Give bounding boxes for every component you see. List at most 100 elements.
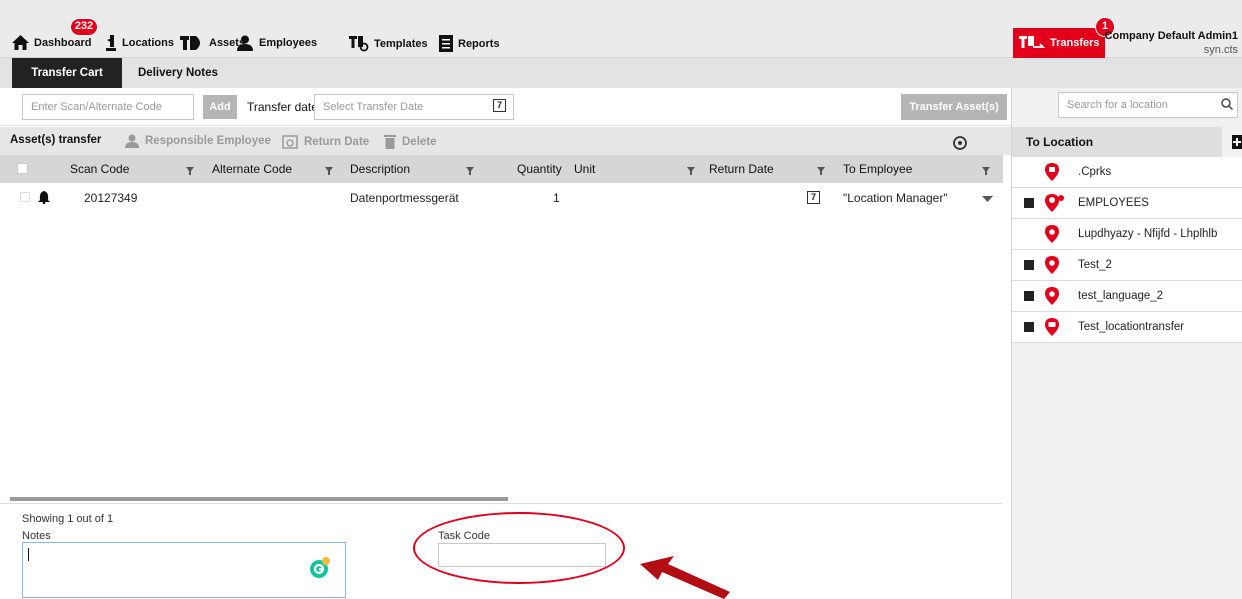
refresh-icon[interactable] [952,135,968,151]
footer-divider [0,503,1003,504]
location-pin-icon [1045,287,1059,305]
location-pin-icon [1045,163,1059,181]
employees-pin-icon [1045,194,1064,212]
tab-transfer-cart[interactable]: Transfer Cart [12,58,122,88]
add-button[interactable]: Add [203,95,237,119]
col-scan-code[interactable]: Scan Code [70,162,129,176]
grammarly-icon[interactable] [309,557,331,579]
transfers-icon [1019,36,1045,48]
responsible-employee-label: Responsible Employee [145,135,271,147]
delete-button[interactable]: Delete [384,134,437,149]
bell-icon [38,191,50,204]
location-item[interactable]: Test_2 [1012,250,1242,281]
cell-scan-code: 20127349 [84,191,138,205]
location-label: Test_2 [1078,259,1112,271]
return-date-calendar-icon[interactable]: 7 [807,191,820,204]
select-all-checkbox[interactable] [17,163,28,174]
location-label: EMPLOYEES [1078,197,1149,209]
trash-icon [384,135,396,149]
location-item[interactable]: .Cprks [1012,157,1242,188]
calendar-clock-icon [282,135,298,149]
return-date-button[interactable]: Return Date [282,134,369,149]
cell-description: Datenportmessgerät [350,191,459,205]
responsible-employee-button[interactable]: Responsible Employee [125,134,271,148]
add-location-icon[interactable] [1232,135,1242,149]
row-checkbox[interactable] [20,192,30,202]
templates-icon [349,36,369,52]
transfer-assets-button[interactable]: Transfer Asset(s) [901,94,1007,120]
col-unit[interactable]: Unit [574,162,595,176]
nav-templates-label: Templates [374,37,428,50]
transfers-button[interactable]: Transfers [1013,28,1105,58]
cell-to-employee[interactable]: "Location Manager" [843,191,948,205]
location-item[interactable]: test_language_2 [1012,281,1242,312]
tab-bar: Transfer Cart Delivery Notes [0,58,1242,88]
location-label: test_language_2 [1078,290,1164,302]
tab-delivery-notes[interactable]: Delivery Notes [124,58,232,88]
record-count: Showing 1 out of 1 [22,513,114,525]
transfer-date-label: Transfer date [247,100,318,114]
employees-icon [237,35,253,51]
location-label: Test_locationtransfer [1078,321,1185,333]
col-description[interactable]: Description [350,162,410,176]
notes-label: Notes [22,530,51,542]
filter-icon[interactable] [466,167,474,175]
nav-employees-label: Employees [259,37,318,49]
nav-reports-label: Reports [458,37,500,50]
col-alternate-code[interactable]: Alternate Code [212,162,292,176]
notes-textarea[interactable] [22,542,346,598]
expand-icon[interactable] [1024,198,1034,208]
transfers-label: Transfers [1050,37,1100,49]
location-item[interactable]: Lupdhyazy - Nfijfd - Lhplhlb [1012,219,1242,250]
nav-dashboard-label: Dashboard [34,36,92,49]
search-icon[interactable] [1221,98,1233,110]
filter-icon[interactable] [325,167,333,175]
annotation-arrow-icon [640,556,730,599]
filter-icon[interactable] [982,167,990,175]
nav-employees[interactable]: Employees [236,35,317,51]
location-label: .Cprks [1078,166,1112,178]
delete-label: Delete [402,135,437,148]
assets-icon [180,36,200,50]
transfer-date-input[interactable]: Select Transfer Date [314,94,514,120]
location-search-input[interactable]: Search for a location [1058,92,1238,118]
highlight-circle [413,512,625,584]
location-label: Lupdhyazy - Nfijfd - Lhplhlb [1078,228,1218,240]
col-to-employee[interactable]: To Employee [843,162,912,176]
nav-templates[interactable]: Templates [349,35,428,52]
nav-dashboard[interactable]: Dashboard [12,35,91,50]
scan-code-input[interactable]: Enter Scan/Alternate Code [22,94,194,120]
expand-icon[interactable] [1024,260,1034,270]
horizontal-scrollbar[interactable] [10,497,508,501]
employee-icon [125,134,139,148]
nav-reports[interactable]: Reports [439,35,500,52]
location-pin-icon [1045,318,1059,336]
cell-quantity: 1 [553,191,560,205]
assets-transfer-label: Asset(s) transfer [10,134,101,146]
locations-icon [106,35,116,51]
chevron-down-icon[interactable] [982,196,993,202]
filter-icon[interactable] [687,167,695,175]
to-location-header: To Location [1012,127,1222,157]
filter-icon[interactable] [186,167,194,175]
filter-icon[interactable] [817,167,825,175]
expand-icon[interactable] [1024,291,1034,301]
return-date-label: Return Date [304,135,370,148]
location-item[interactable]: Test_locationtransfer [1012,312,1242,343]
assets-transfer-text: Asset(s) transfer [10,134,102,146]
calendar-icon[interactable]: 7 [493,99,506,112]
home-icon [12,35,29,50]
dashboard-badge: 232 [70,18,98,36]
expand-icon[interactable] [1024,322,1034,332]
nav-locations-label: Locations [122,37,174,49]
reports-icon [439,35,453,52]
location-pin-icon [1045,256,1059,274]
user-name[interactable]: Company Default Admin1 [1105,30,1238,42]
nav-locations[interactable]: Locations [105,35,174,51]
col-return-date[interactable]: Return Date [709,162,774,176]
user-subtitle: syn.cts [1203,44,1238,56]
col-quantity[interactable]: Quantity [517,162,562,176]
location-pin-icon [1045,225,1059,243]
text-cursor [28,548,29,561]
location-item[interactable]: EMPLOYEES [1012,188,1242,219]
